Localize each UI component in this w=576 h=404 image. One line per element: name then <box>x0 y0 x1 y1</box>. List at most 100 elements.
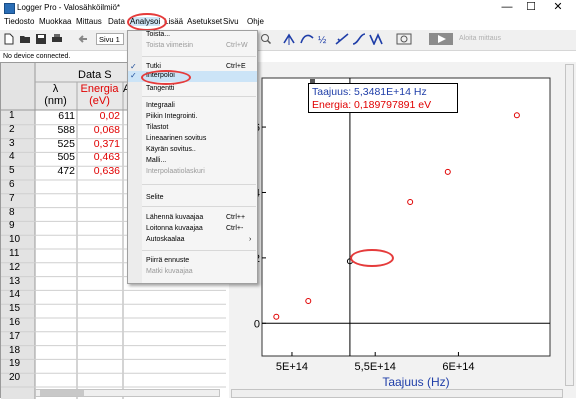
row-number: 8 <box>9 206 15 218</box>
col-energy-name: Energia <box>80 83 119 95</box>
row-number: 18 <box>9 344 21 356</box>
linear-fit-icon[interactable] <box>335 33 349 45</box>
cell-lambda[interactable]: 472 <box>35 165 75 177</box>
examine-icon[interactable] <box>282 33 296 45</box>
menu-zoom-out-shortcut: Ctrl+- <box>226 225 244 232</box>
menu-repeat[interactable]: Toista... <box>146 31 170 38</box>
collect-button[interactable] <box>429 33 453 45</box>
replay-icon[interactable] <box>396 33 412 45</box>
cell-energy[interactable]: 0,371 <box>77 138 120 150</box>
menu-data[interactable]: Data <box>108 17 125 26</box>
menu-zoom-out[interactable]: Loitonna kuvaajaa <box>146 225 203 232</box>
row-number: 10 <box>9 234 21 246</box>
annotation-ring-menu <box>127 13 167 31</box>
maximize-button[interactable]: ☐ <box>518 0 544 16</box>
cell-lambda[interactable]: 611 <box>35 110 75 122</box>
menu-separator <box>142 56 256 57</box>
menu-examine-shortcut: Ctrl+E <box>226 63 246 70</box>
row-number: 15 <box>9 303 21 315</box>
cell-energy[interactable]: 0,636 <box>77 165 120 177</box>
interpolate-readout[interactable]: Taajuus: 5,3481E+14 Hz Energia: 0,189797… <box>308 83 458 113</box>
menu-draw-prediction[interactable]: Piirrä ennuste <box>146 257 189 264</box>
x-tick-label: 6E+14 <box>442 361 474 373</box>
window-title: Logger Pro - Valosähköilmiö* <box>17 3 121 12</box>
menu-peak-integration[interactable]: Piikin Integrointi. <box>146 113 197 120</box>
menu-tangent[interactable]: Tangentti <box>146 85 174 92</box>
data-set-title: Data S <box>78 69 112 81</box>
row-number: 12 <box>9 261 21 273</box>
row-number: 4 <box>9 151 15 163</box>
prev-page-icon[interactable] <box>77 33 89 45</box>
row-number: 3 <box>9 137 15 149</box>
menu-separator <box>142 250 256 251</box>
x-tick-label: 5E+14 <box>276 361 308 373</box>
menu-statistics[interactable]: Tilastot <box>146 124 168 131</box>
x-axis-label: Taajuus (Hz) <box>382 375 449 389</box>
row-number: 20 <box>9 372 21 384</box>
row-number: 6 <box>9 179 15 190</box>
open-folder-icon[interactable] <box>19 33 31 45</box>
row-number: 1 <box>9 110 15 121</box>
cell-energy[interactable]: 0,02 <box>77 110 120 122</box>
cell-lambda[interactable]: 588 <box>35 124 75 136</box>
graph-vscrollbar[interactable] <box>565 64 574 386</box>
page-selector[interactable]: Sivu 1 <box>96 33 124 45</box>
col-energy-header[interactable]: Energia (eV) <box>77 83 122 107</box>
check-icon: ✓ <box>130 71 137 80</box>
col-lambda-name: λ <box>52 83 59 95</box>
cell-energy[interactable]: 0,068 <box>77 124 120 136</box>
col-lambda-header[interactable]: λ (nm) <box>35 83 76 107</box>
row-number: 19 <box>9 358 21 370</box>
plot-area <box>261 77 551 357</box>
menu-legend[interactable]: Selite <box>146 194 164 201</box>
cell-energy[interactable]: 0,463 <box>77 151 120 163</box>
annotation-ring-interpolate <box>141 70 191 85</box>
y-tick-label: 0 <box>254 318 260 330</box>
row-number: 7 <box>9 192 15 204</box>
integral-icon[interactable]: ½ <box>318 33 332 45</box>
table-hscroll-thumb[interactable] <box>40 390 84 396</box>
row-number: 5 <box>9 165 15 177</box>
menu-zoom-in[interactable]: Lähennä kuvaajaa <box>146 214 203 221</box>
tangent-icon[interactable] <box>300 33 314 45</box>
menu-linear-fit[interactable]: Lineaarinen sovitus <box>146 135 206 142</box>
menu-muokkaa[interactable]: Muokkaa <box>39 17 71 26</box>
menu-sivu[interactable]: Sivu <box>223 17 239 26</box>
cell-lambda[interactable]: 525 <box>35 138 75 150</box>
menu-autoscale[interactable]: Autoskaalaa <box>146 236 185 243</box>
new-file-icon[interactable] <box>3 33 15 45</box>
save-icon[interactable] <box>35 33 47 45</box>
menu-zoom-in-shortcut: Ctrl++ <box>226 214 246 221</box>
menu-asetukset[interactable]: Asetukset <box>187 17 222 26</box>
menu-integral[interactable]: Integraali <box>146 102 175 109</box>
row-number: 13 <box>9 275 21 287</box>
row-number: 11 <box>9 248 20 259</box>
menu-curve-fit[interactable]: Käyrän sovitus.. <box>146 146 196 153</box>
menu-separator <box>142 184 256 185</box>
row-number: 9 <box>9 220 15 232</box>
minimize-button[interactable]: — <box>494 0 520 16</box>
status-bar: No device connected. <box>0 51 576 62</box>
zoom-icon[interactable] <box>260 33 272 45</box>
menu-ohje[interactable]: Ohje <box>247 17 264 26</box>
annotation-ring-cursor <box>350 249 394 267</box>
menu-mittaus[interactable]: Mittaus <box>76 17 102 26</box>
menu-autoscale-shortcut: › <box>249 236 252 243</box>
close-button[interactable]: ✕ <box>545 0 571 16</box>
print-icon[interactable] <box>51 33 63 45</box>
curve-fit-icon[interactable] <box>352 33 366 45</box>
menu-examine[interactable]: Tutki <box>146 63 161 70</box>
row-number: 2 <box>9 123 15 135</box>
cell-lambda[interactable]: 505 <box>35 151 75 163</box>
title-bar: Logger Pro - Valosähköilmiö* <box>0 0 576 16</box>
menu-interpolation-calculator: Interpolaatiolaskuri <box>146 168 205 175</box>
model-icon[interactable] <box>369 33 383 45</box>
svg-text:½: ½ <box>318 35 327 45</box>
menu-model[interactable]: Malli... <box>146 157 166 164</box>
menu-separator <box>142 96 256 97</box>
menu-tiedosto[interactable]: Tiedosto <box>4 17 34 26</box>
collect-label: Aloita mittaus <box>459 35 502 42</box>
menu-mimic-graph: Matki kuvaajaa <box>146 268 193 275</box>
menu-repeat-last: Toista viimeisin <box>146 42 194 49</box>
menu-separator <box>142 206 256 207</box>
